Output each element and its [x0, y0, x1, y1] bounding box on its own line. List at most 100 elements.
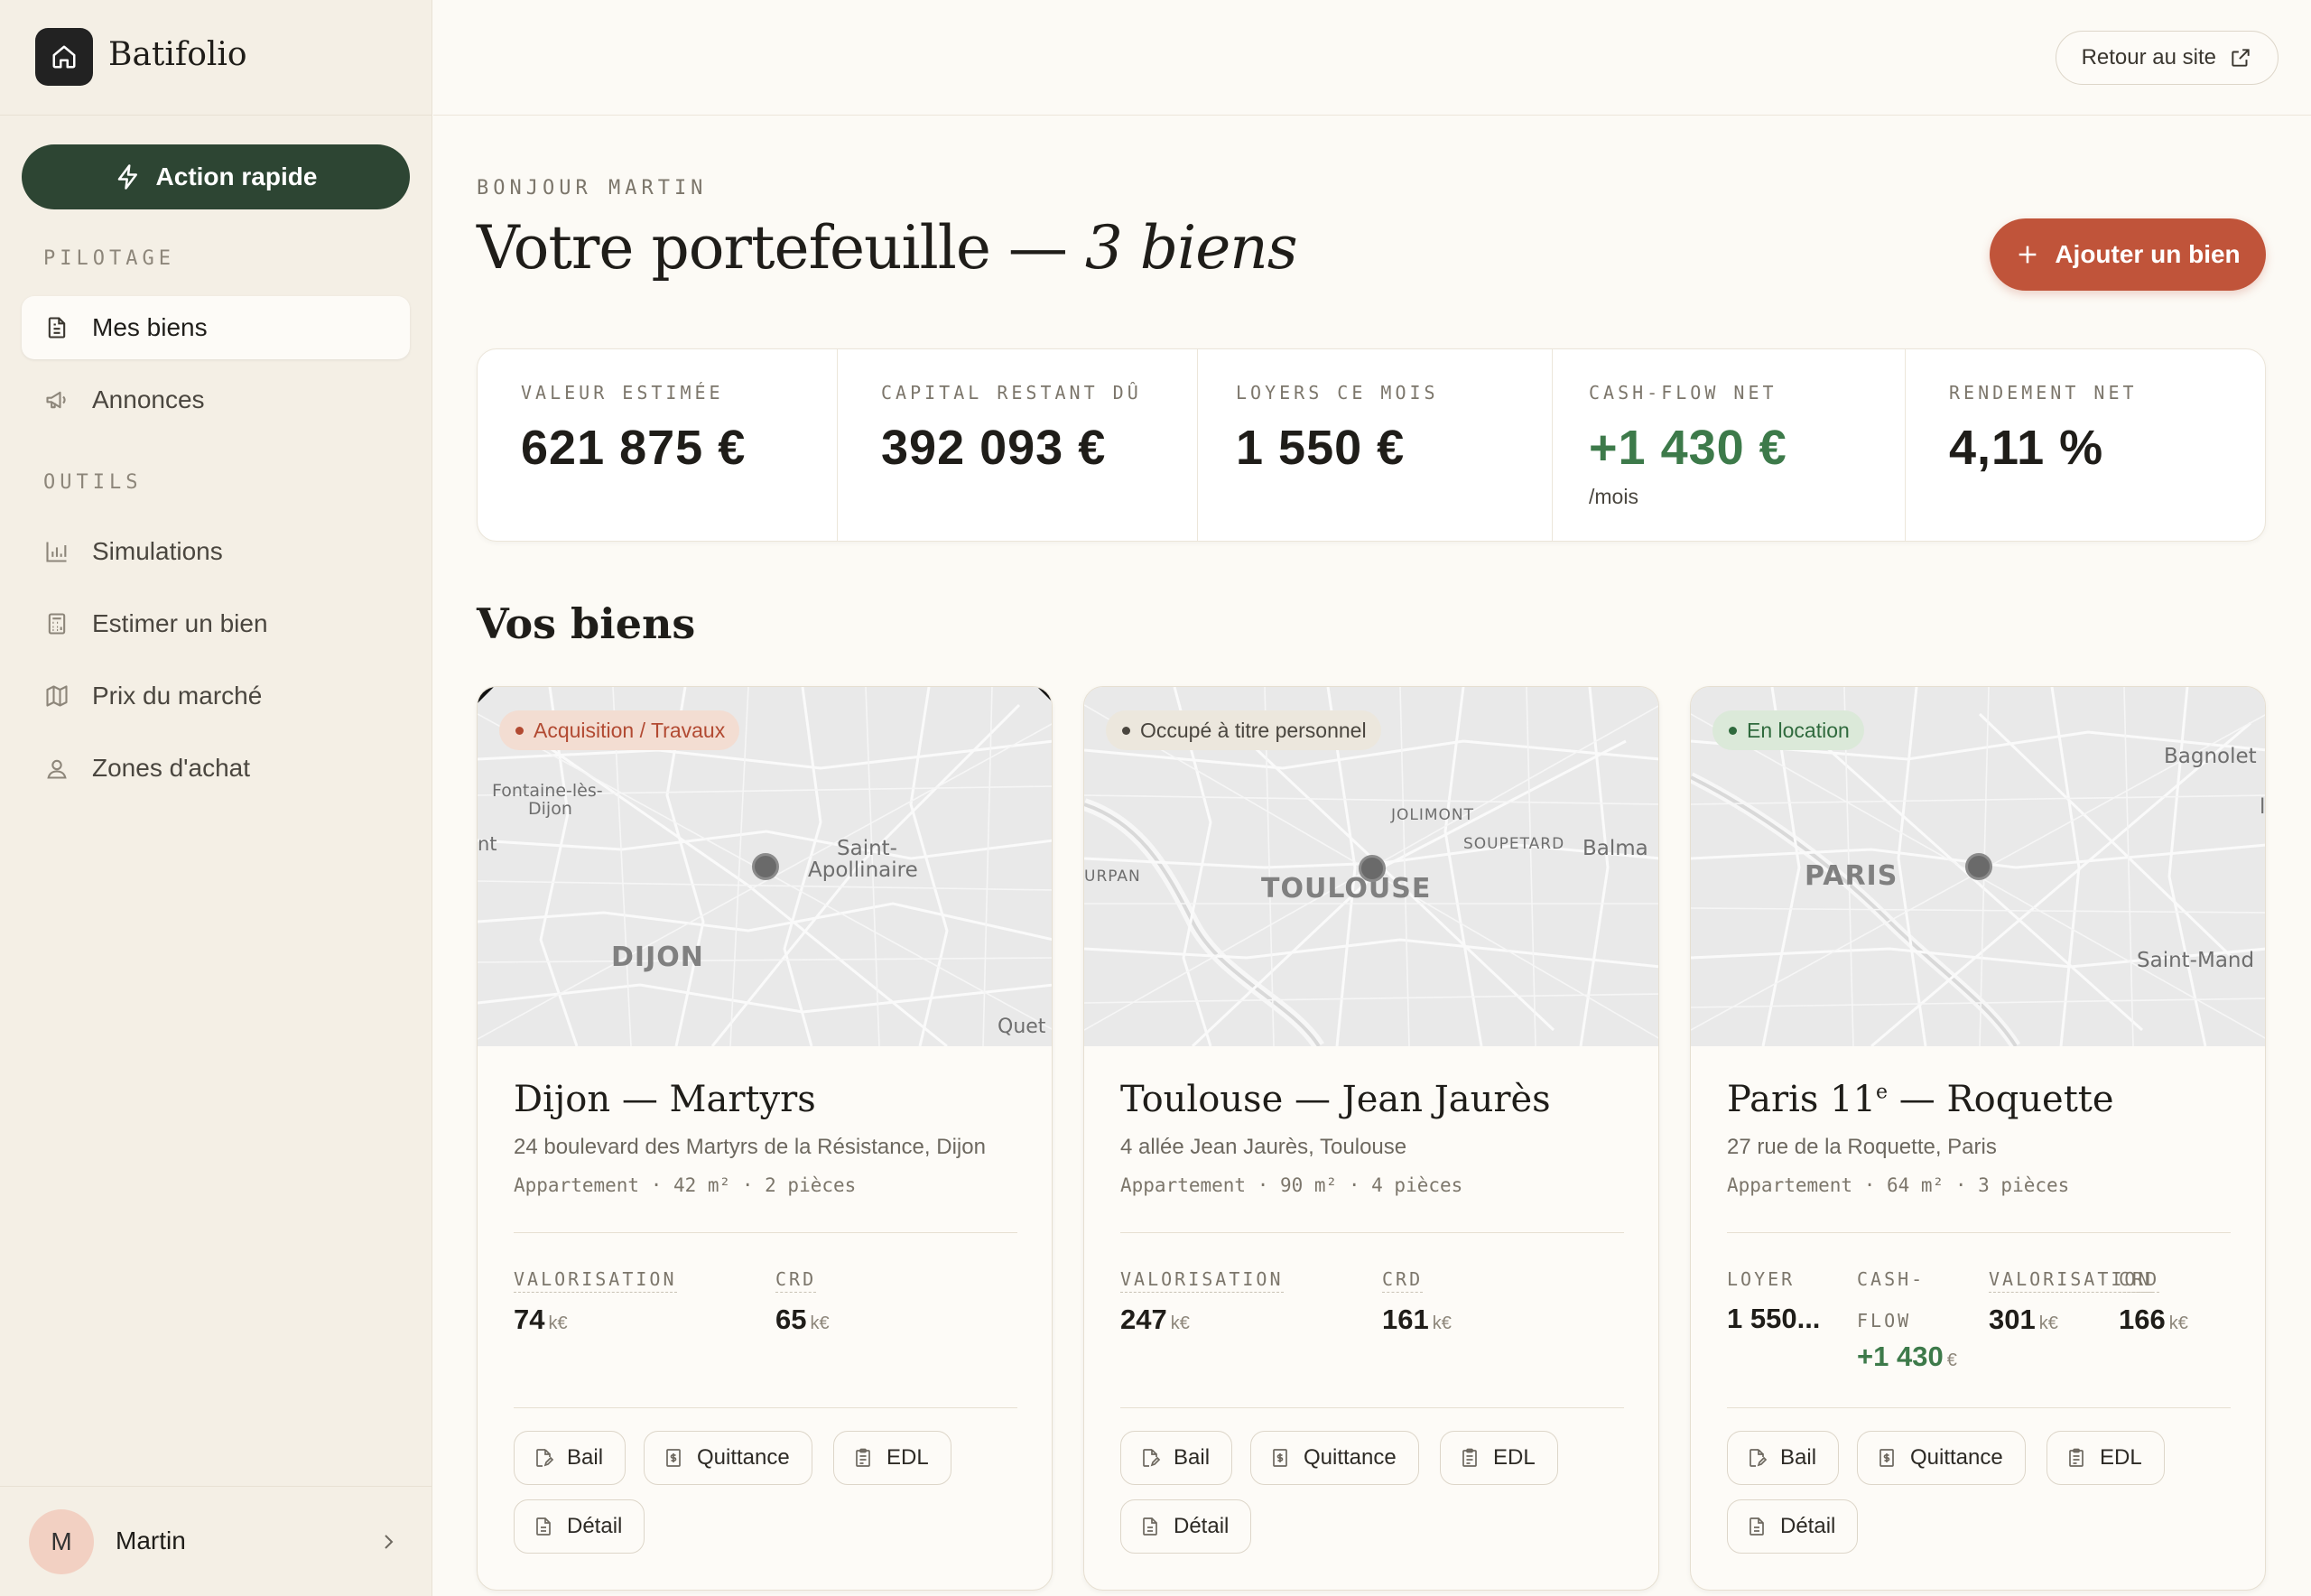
- status-badge: En location: [1712, 710, 1864, 750]
- home-icon[interactable]: [35, 28, 93, 86]
- property-map[interactable]: Bagnolet l PARIS Saint-Mand En location: [1691, 687, 2266, 1046]
- add-property-button[interactable]: Ajouter un bien: [1990, 218, 2266, 291]
- brand-name: Batifolio: [108, 36, 247, 73]
- user-menu[interactable]: M Martin: [0, 1486, 432, 1596]
- quittance-button[interactable]: Quittance: [1857, 1431, 2026, 1485]
- receipt-icon: [1269, 1446, 1291, 1470]
- map-label: JOLIMONT: [1391, 806, 1475, 824]
- map-label: Saint-Mand: [2137, 949, 2255, 972]
- stat-value: 161 k€: [1382, 1304, 1452, 1335]
- stat-valorisation: VALORISATION 74 k€: [514, 1268, 677, 1336]
- plus-icon: [2019, 246, 2037, 264]
- stat-value: 74 k€: [514, 1304, 568, 1335]
- bail-button[interactable]: Bail: [1727, 1431, 1840, 1485]
- kpi-label: CAPITAL RESTANT DÛ: [881, 382, 1142, 404]
- sidebar-item-mes-biens[interactable]: Mes biens: [22, 296, 410, 359]
- detail-button[interactable]: Détail: [514, 1499, 645, 1554]
- property-title: Dijon — Martyrs: [514, 1079, 816, 1120]
- stat-crd: CRD 166 k€: [2119, 1268, 2188, 1336]
- back-to-site-button[interactable]: Retour au site: [2055, 31, 2279, 85]
- property-address: 27 rue de la Roquette, Paris: [1727, 1135, 1997, 1159]
- property-card-toulouse[interactable]: JOLIMONT SOUPETARD Balma URPAN TOULOUSE …: [1083, 686, 1659, 1591]
- stat-label: VALORISATION: [1120, 1268, 1284, 1293]
- property-meta: Appartement · 42 m² · 2 pièces: [514, 1174, 857, 1196]
- kpi-rendement: RENDEMENT NET 4,11 %: [1906, 349, 2265, 541]
- receipt-icon: [1876, 1446, 1898, 1470]
- document-icon: [1139, 1515, 1161, 1538]
- quittance-button[interactable]: Quittance: [644, 1431, 812, 1485]
- bail-button[interactable]: Bail: [1120, 1431, 1233, 1485]
- document-icon: [533, 1515, 554, 1538]
- sidebar-item-label: Mes biens: [92, 313, 208, 341]
- brand: Batifolio: [0, 0, 432, 116]
- sidebar-item-zones-achat[interactable]: Zones d'achat: [22, 737, 410, 800]
- divider: [514, 1407, 1017, 1408]
- property-map[interactable]: JOLIMONT SOUPETARD Balma URPAN TOULOUSE …: [1084, 687, 1658, 1046]
- kpi-value: 4,11 %: [1949, 421, 2104, 475]
- kpi-loyers: LOYERS CE MOIS 1 550 €: [1198, 349, 1553, 541]
- kpi-label: VALEUR ESTIMÉE: [521, 382, 724, 404]
- stat-label: CRD: [775, 1268, 817, 1293]
- map-label: Apollinaire: [808, 858, 918, 882]
- edit-document-icon: [1139, 1446, 1161, 1470]
- back-to-site-label: Retour au site: [2081, 45, 2216, 70]
- status-badge: Acquisition / Travaux: [499, 710, 740, 750]
- map-label: SOUPETARD: [1463, 835, 1565, 853]
- sidebar-item-label: Prix du marché: [92, 682, 263, 710]
- map-label: URPAN: [1084, 868, 1141, 886]
- map-pin[interactable]: [1359, 855, 1386, 882]
- divider: [1727, 1232, 2231, 1233]
- edl-button[interactable]: EDL: [1440, 1431, 1558, 1485]
- edl-button[interactable]: EDL: [833, 1431, 951, 1485]
- detail-button[interactable]: Détail: [1727, 1499, 1859, 1554]
- stat-valorisation: VALORISATION 247 k€: [1120, 1268, 1284, 1336]
- page-title-main: Votre portefeuille —: [477, 213, 1068, 283]
- document-icon: [1746, 1515, 1768, 1538]
- bar-chart-icon: [43, 538, 70, 565]
- property-map[interactable]: Fontaine-lès- Dijon nt Saint- Apollinair…: [478, 687, 1052, 1046]
- property-card-dijon[interactable]: Fontaine-lès- Dijon nt Saint- Apollinair…: [477, 686, 1053, 1591]
- divider: [514, 1232, 1017, 1233]
- add-property-label: Ajouter un bien: [2055, 240, 2241, 268]
- map-label: l: [2260, 795, 2266, 819]
- map-pin[interactable]: [752, 853, 779, 880]
- property-meta: Appartement · 64 m² · 3 pièces: [1727, 1174, 2070, 1196]
- map-pin[interactable]: [1965, 853, 1992, 880]
- sidebar: Batifolio Action rapide PILOTAGE Mes bie…: [0, 0, 432, 1596]
- receipt-icon: [663, 1446, 684, 1470]
- map-icon: [43, 682, 70, 710]
- kpi-label: RENDEMENT NET: [1949, 382, 2138, 404]
- edit-document-icon: [1746, 1446, 1768, 1470]
- bail-button[interactable]: Bail: [514, 1431, 626, 1485]
- chevron-right-icon: [385, 1535, 394, 1549]
- stat-label: FLOW: [1857, 1310, 1912, 1332]
- map-city-label: TOULOUSE: [1261, 873, 1432, 905]
- stat-crd: CRD 161 k€: [1382, 1268, 1452, 1336]
- user-pin-icon: [43, 755, 70, 782]
- map-label: nt: [478, 833, 497, 855]
- kpi-label: CASH-FLOW NET: [1589, 382, 1777, 404]
- stat-label: VALORISATION: [514, 1268, 677, 1293]
- stat-value: 65 k€: [775, 1304, 830, 1335]
- external-link-icon: [2232, 49, 2250, 67]
- quick-action-button[interactable]: Action rapide: [22, 144, 410, 209]
- sidebar-item-annonces[interactable]: Annonces: [22, 368, 410, 431]
- kpi-capital: CAPITAL RESTANT DÛ 392 093 €: [838, 349, 1198, 541]
- sidebar-item-label: Annonces: [92, 385, 205, 413]
- sidebar-item-estimer[interactable]: Estimer un bien: [22, 592, 410, 655]
- property-title: Toulouse — Jean Jaurès: [1120, 1079, 1551, 1120]
- clipboard-icon: [1459, 1446, 1480, 1470]
- kpi-sub: /mois: [1589, 485, 1638, 508]
- kpi-value: 1 550 €: [1236, 421, 1406, 475]
- status-badge: Occupé à titre personnel: [1106, 710, 1381, 750]
- stat-value: +1 430 €: [1857, 1341, 1957, 1372]
- quittance-button[interactable]: Quittance: [1250, 1431, 1419, 1485]
- edl-button[interactable]: EDL: [2046, 1431, 2165, 1485]
- detail-button[interactable]: Détail: [1120, 1499, 1252, 1554]
- sidebar-item-label: Zones d'achat: [92, 754, 251, 782]
- property-card-paris[interactable]: Bagnolet l PARIS Saint-Mand En location …: [1690, 686, 2266, 1591]
- sidebar-item-prix-marche[interactable]: Prix du marché: [22, 664, 410, 728]
- greeting: BONJOUR MARTIN: [477, 177, 708, 200]
- edit-document-icon: [533, 1446, 554, 1470]
- sidebar-item-simulations[interactable]: Simulations: [22, 520, 410, 583]
